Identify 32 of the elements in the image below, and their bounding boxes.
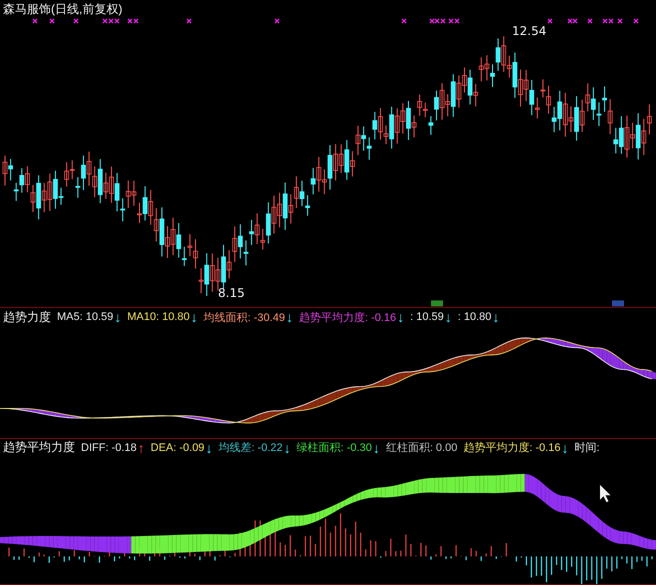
- indicator-reading: DIFF: -0.18: [81, 442, 137, 454]
- signal-marker-icon: [431, 300, 443, 306]
- indicator-name: 趋势力度: [3, 308, 51, 326]
- trend-arrow: ↓: [492, 310, 500, 324]
- indicator-reading: 绿柱面积: -0.30: [296, 441, 372, 456]
- trend-arrow: ↓: [205, 440, 212, 455]
- indicator-reading: 均线面积: -30.49: [204, 310, 285, 325]
- indicator-reading: : 10.80: [458, 311, 492, 324]
- trend-arrow: ↓: [114, 310, 122, 324]
- trend-arrow: ↓: [562, 440, 569, 455]
- trend-arrow: ↓: [372, 440, 380, 455]
- indicator-reading: MA10: 10.80: [127, 311, 190, 324]
- trend-arrow: ↓: [397, 310, 404, 324]
- indicator-reading: 时间:: [574, 441, 600, 456]
- chart-title: 森马服饰(日线,前复权): [3, 0, 122, 18]
- trend-arrow: ↓: [190, 310, 198, 324]
- indicator-reading: : 10.59: [410, 311, 444, 324]
- trend-arrow: ↓: [286, 310, 293, 324]
- high-price-label: 12.54: [512, 24, 546, 38]
- indicator-reading: 红柱面积: 0.00: [386, 441, 458, 456]
- indicator-reading: MA5: 10.59: [57, 311, 114, 324]
- indicator-reading: 趋势平均力度: -0.16: [463, 440, 561, 456]
- trend-arrow: ↓: [284, 440, 291, 455]
- indicator-reading: DEA: -0.09: [150, 442, 204, 454]
- signal-marker-icon: [612, 300, 624, 306]
- indicator-reading: 趋势平均力度: -0.16: [298, 310, 396, 325]
- indicator-name: 趋势平均力度: [3, 439, 75, 456]
- cursor-icon: [600, 484, 610, 502]
- indicator-reading: 均线差: -0.22: [218, 441, 283, 456]
- trend-arrow: ↑: [138, 440, 145, 455]
- trend-arrow: ↓: [444, 310, 452, 324]
- low-price-label: 8.15: [218, 286, 245, 300]
